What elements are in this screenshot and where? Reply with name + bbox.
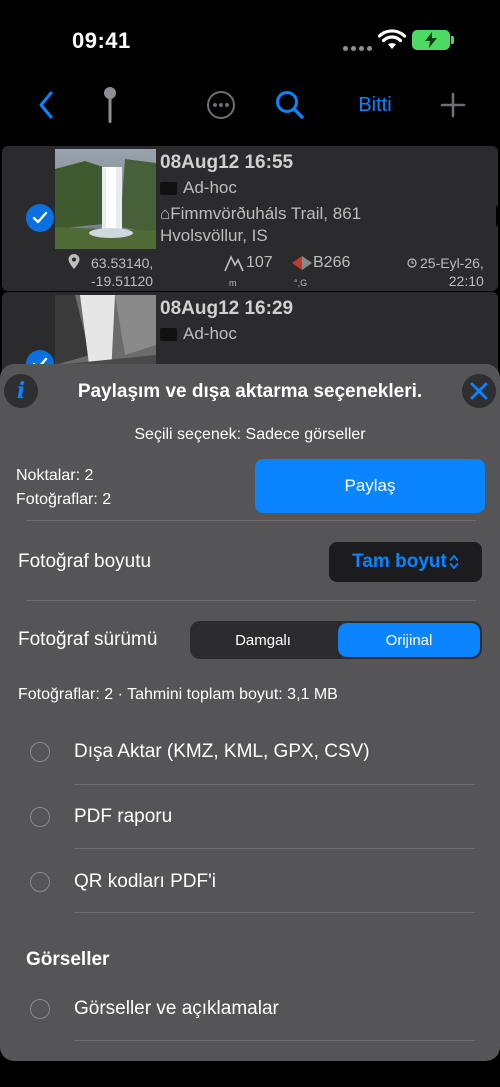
signal-icon (343, 38, 375, 56)
share-export-sheet: i Paylaşım ve dışa aktarma seçenekleri. … (0, 364, 500, 1061)
counts: Noktalar: 2 Fotoğraflar: 2 (16, 464, 111, 512)
radio-images-descriptions[interactable] (30, 999, 50, 1019)
photo-date: 08Aug12 16:29 (160, 298, 294, 319)
photo-version-segmented-control: Damgalı Orijinal (190, 621, 482, 659)
version-original-option[interactable]: Orijinal (338, 623, 480, 657)
folder-label: Ad-hoc (160, 178, 237, 198)
chevron-up-down-icon (449, 555, 459, 569)
photo-size-dropdown[interactable]: Tam boyut (329, 542, 482, 582)
mountain-icon (224, 255, 244, 272)
close-button[interactable] (462, 374, 496, 408)
folder-icon (160, 181, 177, 195)
map-pin-icon (104, 87, 116, 123)
version-stamped-option[interactable]: Damgalı (190, 621, 336, 659)
ellipsis-circle-icon (207, 91, 235, 119)
back-button[interactable] (30, 80, 62, 130)
divider (74, 848, 475, 849)
photo-version-label: Fotoğraf sürümü (18, 629, 158, 650)
divider (74, 912, 475, 913)
plus-icon (440, 92, 466, 118)
status-bar: 09:41 (0, 0, 500, 80)
checkmark-icon[interactable] (26, 204, 54, 232)
more-button[interactable] (203, 80, 239, 130)
radio-export[interactable] (30, 742, 50, 762)
pin-button[interactable] (95, 80, 125, 130)
points-count: Noktalar: 2 (16, 467, 94, 484)
search-icon (276, 91, 304, 119)
toolbar: Bitti (0, 80, 500, 140)
row-edge-marker (496, 206, 500, 226)
radio-pdf-report[interactable] (30, 807, 50, 827)
photos-count: Fotoğraflar: 2 (16, 491, 112, 508)
timestamp: 25-Eyl-26, 22:10 (407, 254, 484, 290)
folder-icon (160, 327, 177, 341)
qr-pdf-option-label[interactable]: QR kodları PDF'i (74, 871, 216, 893)
close-icon (470, 382, 488, 400)
images-descriptions-option-label[interactable]: Görseller ve açıklamalar (74, 998, 279, 1020)
location-pin-icon (68, 254, 80, 269)
divider (26, 600, 476, 601)
images-section-header: Görseller (26, 949, 110, 970)
done-button[interactable]: Bitti (345, 80, 405, 130)
photo-address: ⌂Fimmvörðuháls Trail, 861 Hvolsvöllur, I… (160, 204, 362, 245)
photo-size-label: Fotoğraf boyutu (18, 551, 152, 572)
compass-icon (292, 256, 312, 270)
battery-icon (412, 30, 454, 50)
share-button[interactable]: Paylaş (255, 459, 485, 513)
divider (74, 784, 475, 785)
clock-icon (407, 258, 417, 268)
selected-option-text: Seçili seçenek: Sadece görseller (134, 426, 366, 443)
wifi-icon (378, 29, 406, 49)
sheet-title: Paylaşım ve dışa aktarma seçenekleri. (77, 381, 423, 402)
folder-label: Ad-hoc (160, 324, 237, 344)
search-button[interactable] (272, 80, 308, 130)
coordinates: 63.53140, -19.51120 (68, 254, 153, 290)
photo-thumbnail[interactable] (55, 149, 156, 249)
divider (26, 520, 476, 521)
photo-date: 08Aug12 16:55 (160, 152, 294, 173)
radio-qr-pdf[interactable] (30, 872, 50, 892)
add-button[interactable] (436, 80, 470, 130)
photo-row[interactable]: 08Aug12 16:55 Ad-hoc ⌂Fimmvörðuháls Trai… (2, 146, 500, 291)
chevron-left-icon (39, 91, 53, 119)
status-time: 09:41 (72, 28, 131, 53)
export-option-label[interactable]: Dışa Aktar (KMZ, KML, GPX, CSV) (74, 741, 370, 763)
pdf-report-option-label[interactable]: PDF raporu (74, 806, 172, 828)
divider (74, 1040, 475, 1041)
estimate-text: Fotoğraflar: 2 · Tahmini toplam boyut: 3… (18, 686, 338, 703)
